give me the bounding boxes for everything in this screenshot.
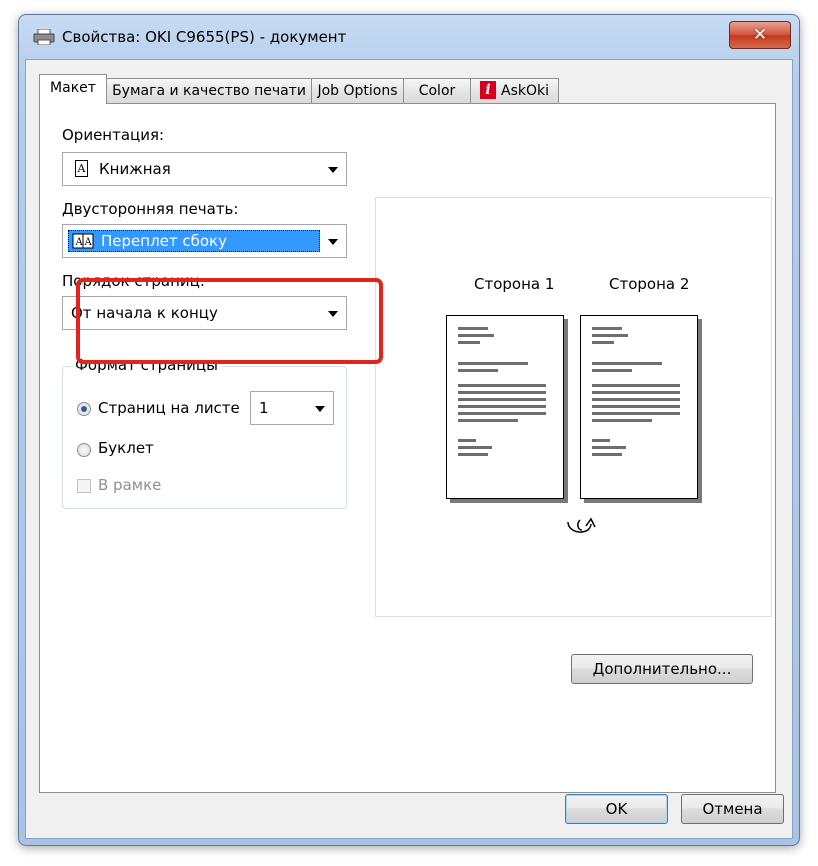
duplex-selected-item: A A Переплет сбоку — [68, 230, 320, 252]
duplex-dropdown[interactable]: A A Переплет сбоку — [62, 224, 347, 258]
tab-label: Макет — [50, 80, 96, 96]
svg-text:A: A — [84, 237, 93, 248]
close-icon: ✕ — [752, 24, 768, 45]
booklet-radio[interactable] — [77, 443, 91, 457]
cancel-button[interactable]: Отмена — [681, 794, 784, 824]
tab-label: Color — [418, 83, 456, 99]
orientation-value: Книжная — [99, 160, 171, 178]
side-1-label: Сторона 1 — [474, 275, 555, 293]
advanced-button[interactable]: Дополнительно... — [571, 654, 753, 684]
booklet-label[interactable]: Буклет — [98, 439, 154, 457]
chevron-down-icon — [315, 406, 325, 412]
printer-properties-window: Свойства: OKI C9655(PS) - документ ✕ Мак… — [18, 14, 800, 846]
window-title: Свойства: OKI C9655(PS) - документ — [62, 28, 347, 46]
close-button[interactable]: ✕ — [729, 21, 791, 49]
ok-button[interactable]: OK — [565, 794, 668, 824]
tab-label: Бумага и качество печати — [112, 83, 306, 99]
orientation-label: Ориентация: — [62, 126, 165, 144]
chevron-down-icon — [328, 167, 338, 173]
tab-askoki[interactable]: i AskOki — [470, 78, 559, 103]
printer-icon — [33, 29, 55, 45]
duplex-highlight-frame — [76, 278, 383, 364]
border-checkbox[interactable] — [77, 479, 91, 493]
orientation-dropdown[interactable]: A Книжная — [62, 152, 347, 186]
info-icon: i — [480, 81, 496, 99]
duplex-label: Двусторонняя печать: — [62, 200, 239, 218]
tab-paper-quality[interactable]: Бумага и качество печати — [106, 78, 312, 103]
side-2-label: Сторона 2 — [609, 275, 690, 293]
tab-label: AskOki — [501, 83, 549, 99]
tab-label: Job Options — [317, 83, 398, 99]
pages-per-sheet-radio[interactable] — [77, 402, 91, 416]
tab-layout[interactable]: Макет — [39, 74, 107, 104]
page-side-1 — [446, 315, 564, 499]
portrait-page-icon: A — [75, 160, 88, 177]
chevron-down-icon — [328, 239, 338, 245]
layout-tab-panel: Ориентация: A Книжная Двусторонняя печат… — [39, 103, 776, 793]
duplex-preview: Сторона 1 Сторона 2 — [375, 197, 772, 617]
pages-per-sheet-dropdown[interactable]: 1 — [250, 391, 334, 425]
tab-job-options[interactable]: Job Options — [311, 78, 404, 103]
page-side-2 — [580, 315, 698, 499]
flip-arrow-icon — [567, 517, 596, 533]
duplex-value: Переплет сбоку — [101, 232, 227, 250]
page-format-group: Формат страницы Страниц на листе 1 Букле… — [62, 356, 347, 509]
pages-per-sheet-label[interactable]: Страниц на листе — [98, 399, 240, 417]
title-bar[interactable]: Свойства: OKI C9655(PS) - документ ✕ — [19, 15, 799, 59]
dialog-client-area: Макет Бумага и качество печати Job Optio… — [25, 59, 793, 839]
border-label[interactable]: В рамке — [98, 476, 161, 494]
svg-text:A: A — [75, 237, 84, 248]
pages-per-sheet-value: 1 — [259, 399, 269, 417]
tab-color[interactable]: Color — [403, 78, 471, 103]
book-icon: A A — [72, 233, 94, 249]
